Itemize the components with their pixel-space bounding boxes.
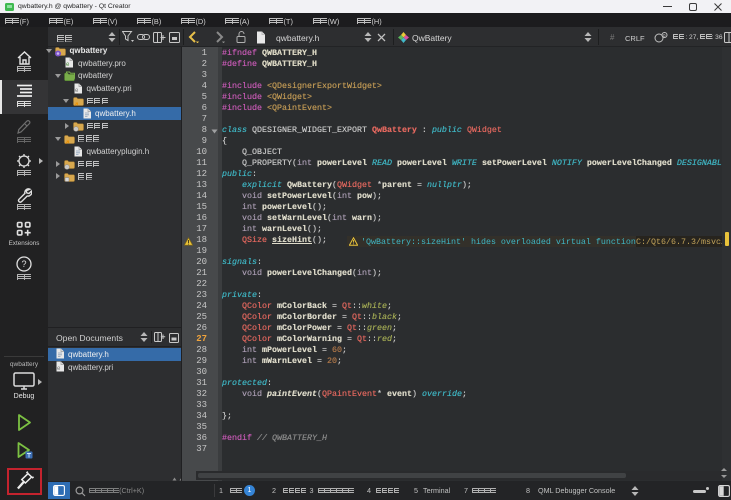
svg-text:?: ? (22, 259, 27, 269)
